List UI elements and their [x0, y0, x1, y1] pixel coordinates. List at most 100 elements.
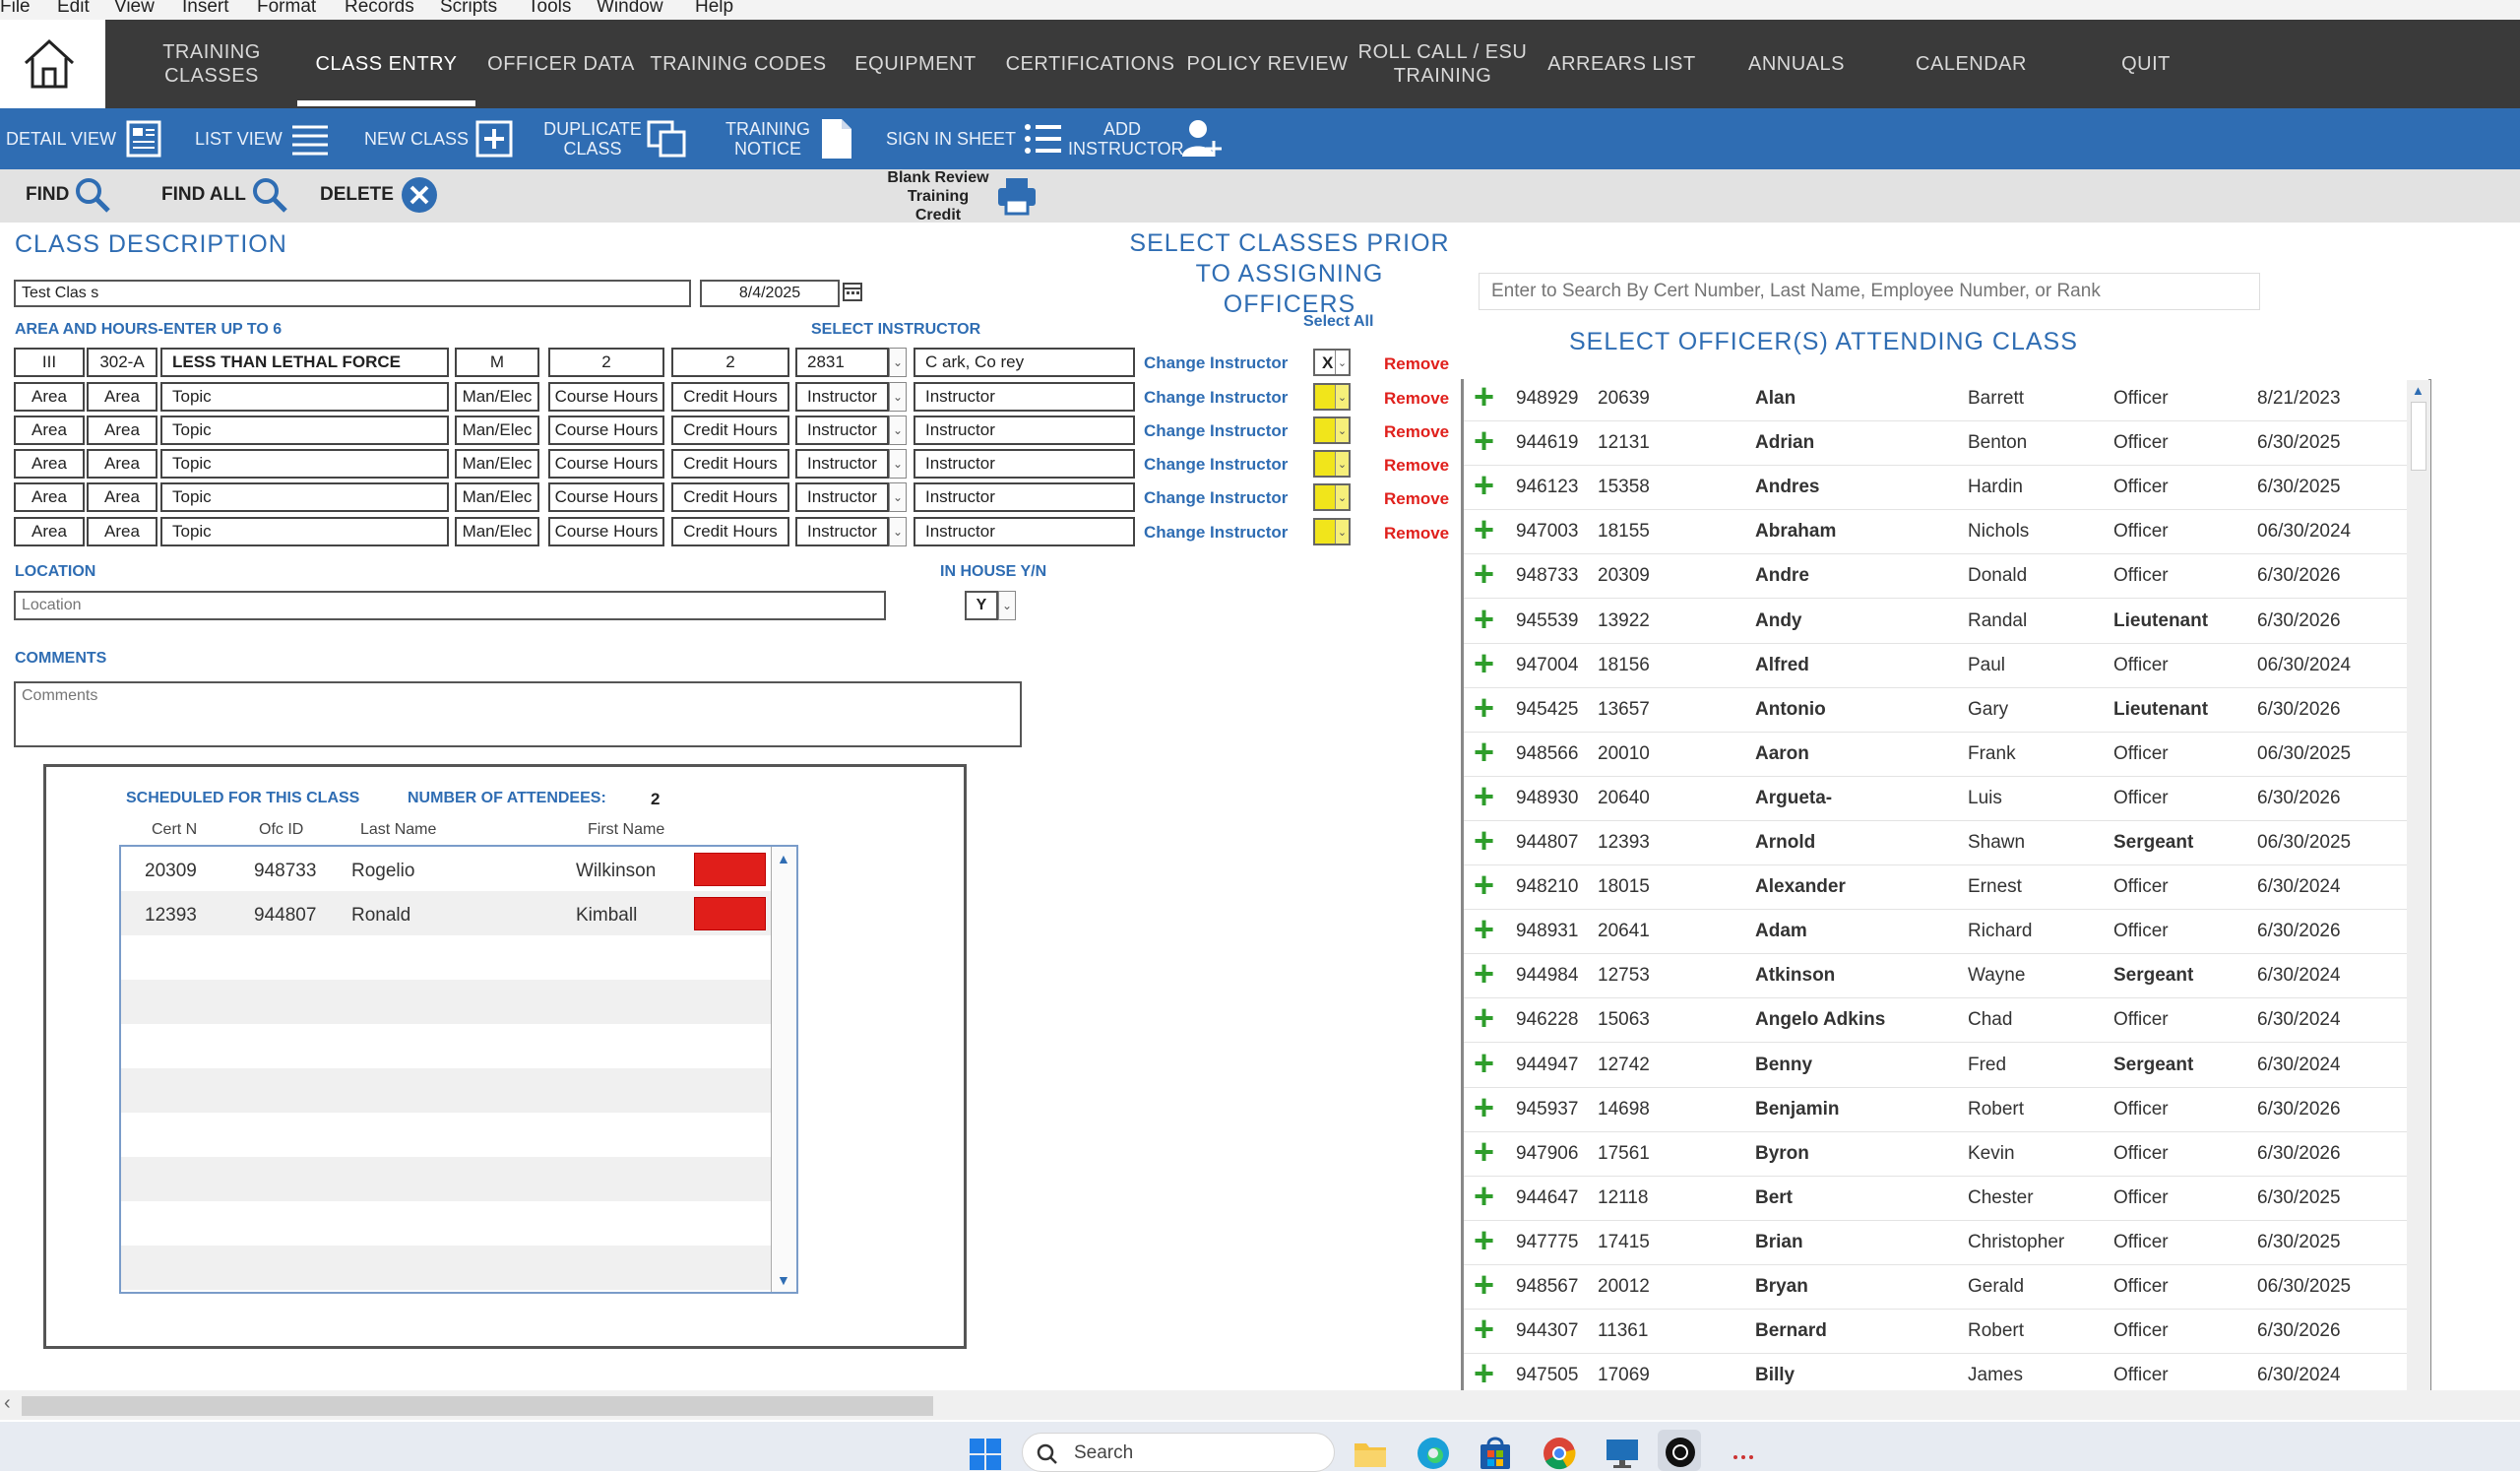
change-instructor-link[interactable]: Change Instructor: [1144, 488, 1288, 508]
area-subcode-field[interactable]: Area: [87, 482, 158, 512]
chevron-down-icon[interactable]: ⌄: [889, 517, 907, 546]
officer-row[interactable]: +944947 12742 Benny Fred Sergeant 6/30/2024: [1464, 1043, 2407, 1088]
remove-button[interactable]: Remove: [1384, 489, 1449, 509]
area-code-field[interactable]: Area: [14, 416, 85, 445]
add-officer-icon[interactable]: +: [1474, 465, 1494, 506]
remove-button[interactable]: Remove: [1384, 524, 1449, 544]
comments-textarea[interactable]: [14, 681, 1022, 747]
remove-attendee-button[interactable]: [694, 897, 766, 930]
change-instructor-link[interactable]: Change Instructor: [1144, 353, 1288, 373]
add-officer-icon[interactable]: +: [1474, 909, 1494, 950]
add-officer-icon[interactable]: +: [1474, 599, 1494, 640]
windows-start-icon[interactable]: [969, 1438, 1002, 1471]
officers-scrollbar[interactable]: [2407, 380, 2430, 1390]
nav-annuals[interactable]: ANNUALS: [1728, 20, 1865, 108]
officer-row[interactable]: +948567 20012 Bryan Gerald Officer 06/30/2025: [1464, 1264, 2407, 1310]
chevron-down-icon[interactable]: ⌄: [1335, 520, 1349, 544]
add-officer-icon[interactable]: +: [1474, 1264, 1494, 1306]
area-subcode-field[interactable]: Area: [87, 517, 158, 546]
officer-row[interactable]: +945425 13657 Antonio Gary Lieutenant 6/30/20…: [1464, 687, 2407, 733]
duplicate-class-button[interactable]: DUPLICATE CLASS: [543, 108, 691, 169]
menu-help[interactable]: Help: [695, 0, 733, 18]
menu-window[interactable]: Window: [597, 0, 663, 18]
menu-format[interactable]: Format: [257, 0, 316, 18]
menu-file[interactable]: File: [0, 0, 31, 18]
scroll-up-icon[interactable]: ▲: [2412, 383, 2425, 398]
change-instructor-link[interactable]: Change Instructor: [1144, 388, 1288, 408]
nav-training-codes[interactable]: TRAINING CODES: [650, 20, 827, 108]
remove-button[interactable]: Remove: [1384, 389, 1449, 409]
instructor-name-field[interactable]: Instructor: [914, 482, 1135, 512]
new-class-button[interactable]: NEW CLASS: [364, 108, 514, 169]
chevron-down-icon[interactable]: ⌄: [1335, 351, 1349, 374]
calendar-icon[interactable]: [843, 281, 862, 302]
officer-row[interactable]: +947775 17415 Brian Christopher Officer 6/30/…: [1464, 1220, 2407, 1265]
delete-button[interactable]: DELETE: [320, 173, 439, 217]
menu-records[interactable]: Records: [345, 0, 414, 18]
officer-row[interactable]: +944619 12131 Adrian Benton Officer 6/30/2025: [1464, 420, 2407, 467]
nav-calendar[interactable]: CALENDAR: [1900, 20, 2043, 108]
credit-hours-field[interactable]: Credit Hours: [671, 482, 789, 512]
attendee-row[interactable]: 20309 948733 Rogelio Wilkinson: [121, 849, 771, 893]
officer-row[interactable]: +944307 11361 Bernard Robert Officer 6/30/202…: [1464, 1309, 2407, 1355]
course-hours-field[interactable]: Course Hours: [548, 382, 664, 412]
blank-review-button[interactable]: Blank Review Training Credit: [884, 169, 1038, 224]
find-button[interactable]: FIND: [26, 173, 112, 217]
chevron-down-icon[interactable]: ⌄: [1335, 485, 1349, 509]
add-instructor-button[interactable]: ADD INSTRUCTOR: [1068, 108, 1230, 169]
officer-row[interactable]: +944807 12393 Arnold Shawn Sergeant 06/30/202…: [1464, 820, 2407, 865]
instructor-name-field[interactable]: Instructor: [914, 382, 1135, 412]
select-class-toggle[interactable]: ⌄: [1313, 450, 1351, 478]
instructor-id-field[interactable]: Instructor: [795, 449, 889, 479]
add-officer-icon[interactable]: +: [1474, 509, 1494, 550]
store-icon[interactable]: [1479, 1436, 1512, 1471]
add-officer-icon[interactable]: +: [1474, 687, 1494, 729]
topic-field[interactable]: LESS THAN LETHAL FORCE: [160, 348, 449, 377]
man-elec-field[interactable]: Man/Elec: [455, 449, 539, 479]
horizontal-scroll-thumb[interactable]: [22, 1396, 933, 1416]
instructor-name-field[interactable]: C ark, Co rey: [914, 348, 1135, 377]
man-elec-field[interactable]: Man/Elec: [455, 517, 539, 546]
nav-equipment[interactable]: EQUIPMENT: [847, 20, 984, 108]
officer-row[interactable]: +946228 15063 Angelo Adkins Chad Officer 6/30…: [1464, 997, 2407, 1044]
monitor-icon[interactable]: [1605, 1438, 1640, 1469]
remove-button[interactable]: Remove: [1384, 354, 1449, 374]
location-input[interactable]: [14, 591, 886, 620]
area-subcode-field[interactable]: Area: [87, 416, 158, 445]
nav-roll-call[interactable]: ROLL CALL / ESU TRAINING: [1356, 20, 1529, 108]
add-officer-icon[interactable]: +: [1474, 1220, 1494, 1261]
man-elec-field[interactable]: M: [455, 348, 539, 377]
chevron-down-icon[interactable]: ⌄: [1335, 385, 1349, 409]
detail-view-button[interactable]: DETAIL VIEW: [6, 108, 163, 169]
add-officer-icon[interactable]: +: [1474, 1353, 1494, 1394]
add-officer-icon[interactable]: +: [1474, 376, 1494, 417]
nav-arrears-list[interactable]: ARREARS LIST: [1541, 20, 1703, 108]
select-class-toggle[interactable]: ⌄: [1313, 416, 1351, 444]
add-officer-icon[interactable]: +: [1474, 1043, 1494, 1084]
course-hours-field[interactable]: Course Hours: [548, 449, 664, 479]
chevron-down-icon[interactable]: ⌄: [889, 348, 907, 377]
chevron-down-icon[interactable]: ⌄: [1335, 452, 1349, 476]
credit-hours-field[interactable]: Credit Hours: [671, 449, 789, 479]
add-officer-icon[interactable]: +: [1474, 420, 1494, 462]
instructor-id-field[interactable]: Instructor: [795, 382, 889, 412]
add-officer-icon[interactable]: +: [1474, 776, 1494, 817]
add-officer-icon[interactable]: +: [1474, 1131, 1494, 1173]
remove-button[interactable]: Remove: [1384, 456, 1449, 476]
area-code-field[interactable]: Area: [14, 382, 85, 412]
course-hours-field[interactable]: Course Hours: [548, 517, 664, 546]
add-officer-icon[interactable]: +: [1474, 1309, 1494, 1350]
attendee-row[interactable]: 12393 944807 Ronald Kimball: [121, 893, 771, 937]
course-hours-field[interactable]: 2: [548, 348, 664, 377]
officer-row[interactable]: +946123 15358 Andres Hardin Officer 6/30/2025: [1464, 465, 2407, 511]
topic-field[interactable]: Topic: [160, 382, 449, 412]
officer-row[interactable]: +944984 12753 Atkinson Wayne Sergeant 6/30/20…: [1464, 953, 2407, 999]
add-officer-icon[interactable]: +: [1474, 553, 1494, 595]
officer-row[interactable]: +947004 18156 Alfred Paul Officer 06/30/2024: [1464, 643, 2407, 688]
attendees-scrollbar[interactable]: [771, 847, 796, 1292]
add-officer-icon[interactable]: +: [1474, 953, 1494, 994]
overflow-icon[interactable]: [1732, 1447, 1754, 1461]
area-code-field[interactable]: Area: [14, 449, 85, 479]
class-date-field[interactable]: 8/4/2025: [700, 280, 840, 307]
menu-tools[interactable]: Tools: [528, 0, 571, 18]
